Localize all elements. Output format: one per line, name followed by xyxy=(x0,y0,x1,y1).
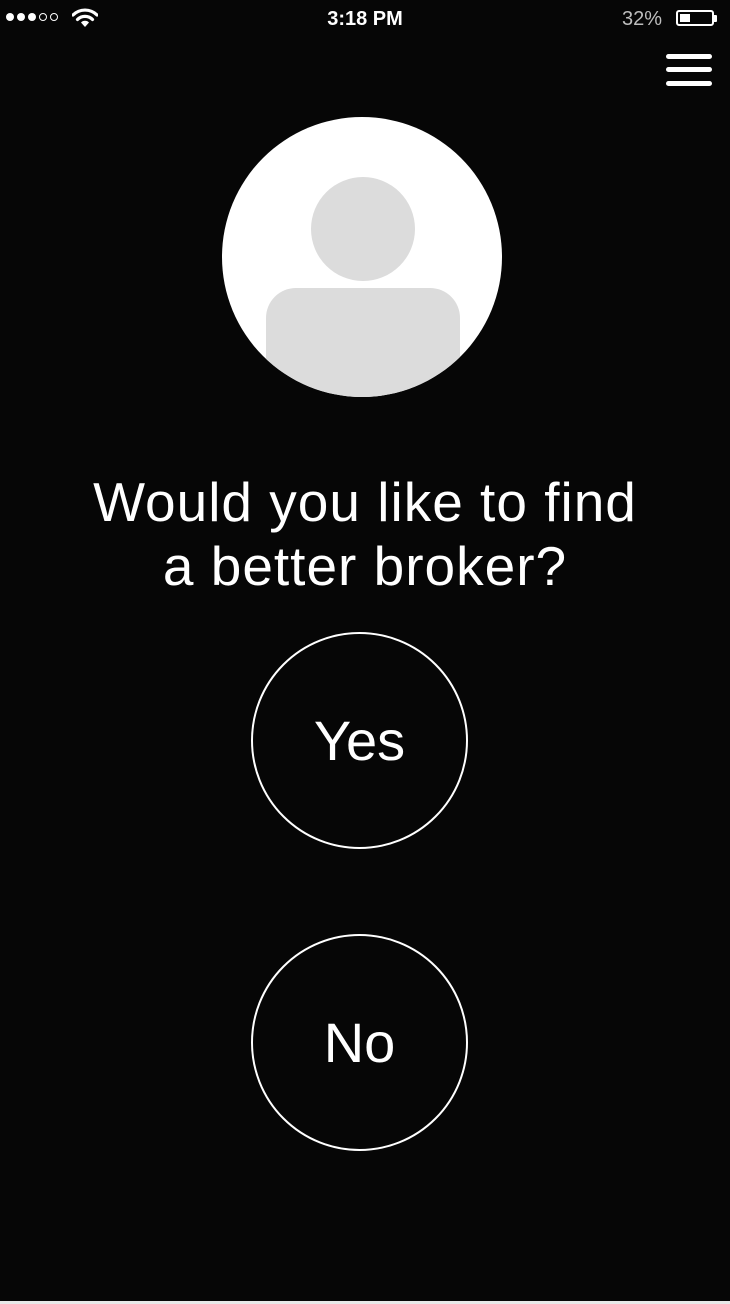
status-bar: 3:18 PM 32% xyxy=(0,0,730,38)
avatar xyxy=(222,117,502,397)
question-text: Would you like to find a better broker? xyxy=(60,470,670,598)
menu-line xyxy=(666,54,712,59)
battery-icon xyxy=(676,10,717,26)
status-time: 3:18 PM xyxy=(327,8,403,30)
yes-button[interactable]: Yes xyxy=(251,632,468,849)
hamburger-menu-icon[interactable] xyxy=(666,52,712,90)
question-line-1: Would you like to find xyxy=(93,470,637,533)
question-line-2: a better broker? xyxy=(162,534,568,597)
battery-percent: 32% xyxy=(621,8,662,30)
battery-level-fill xyxy=(680,14,690,22)
menu-line xyxy=(666,67,712,72)
user-placeholder-icon-body xyxy=(266,288,460,397)
menu-line xyxy=(666,81,712,86)
no-button[interactable]: No xyxy=(251,934,468,1151)
user-placeholder-icon-head xyxy=(311,177,415,281)
